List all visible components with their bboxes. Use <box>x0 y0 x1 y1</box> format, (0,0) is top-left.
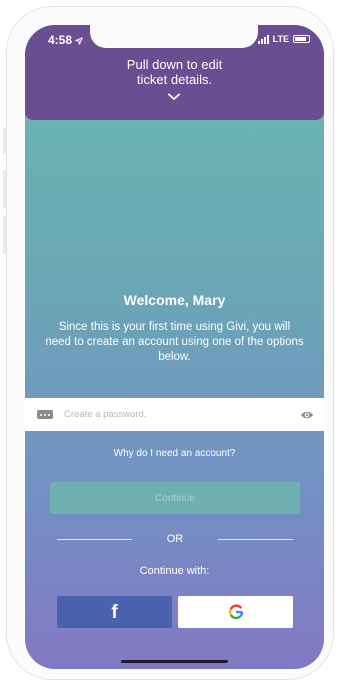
pull-hint-line1: Pull down to edit <box>126 57 223 72</box>
status-indicators: LTE <box>257 34 310 44</box>
pull-down-hint: Pull down to edit ticket details. <box>25 57 324 87</box>
password-input[interactable] <box>64 409 300 420</box>
welcome-message: Since this is your first time using Givi… <box>45 321 304 363</box>
or-divider: OR <box>57 532 293 546</box>
divider-line <box>218 538 293 540</box>
or-label: OR <box>166 533 184 545</box>
signal-icon <box>257 34 269 44</box>
facebook-icon: f <box>111 601 118 623</box>
chevron-down-icon[interactable] <box>168 93 180 101</box>
divider-line <box>57 538 132 540</box>
password-dots-icon <box>37 410 53 419</box>
why-account-link[interactable]: Why do I need an account? <box>25 448 324 459</box>
welcome-title: Welcome, Mary <box>123 292 226 308</box>
password-field-row <box>25 398 324 431</box>
eye-icon[interactable] <box>300 410 314 420</box>
google-login-button[interactable] <box>178 596 293 628</box>
continue-with-label: Continue with: <box>139 565 210 577</box>
location-arrow-icon <box>75 37 84 45</box>
app-screen: 4:58 LTE Pull down to edit ticket detail… <box>25 25 324 669</box>
network-label: LTE <box>272 34 289 44</box>
side-button <box>3 128 6 154</box>
side-button <box>3 216 6 254</box>
home-indicator[interactable] <box>121 660 228 663</box>
status-time: 4:58 <box>48 33 84 47</box>
google-icon <box>228 604 243 620</box>
battery-icon <box>293 35 310 43</box>
facebook-login-button[interactable]: f <box>57 596 172 628</box>
device-notch <box>90 25 258 48</box>
side-button <box>3 170 6 208</box>
continue-button[interactable]: Continue <box>50 482 300 514</box>
pull-hint-line2: ticket details. <box>136 72 213 87</box>
